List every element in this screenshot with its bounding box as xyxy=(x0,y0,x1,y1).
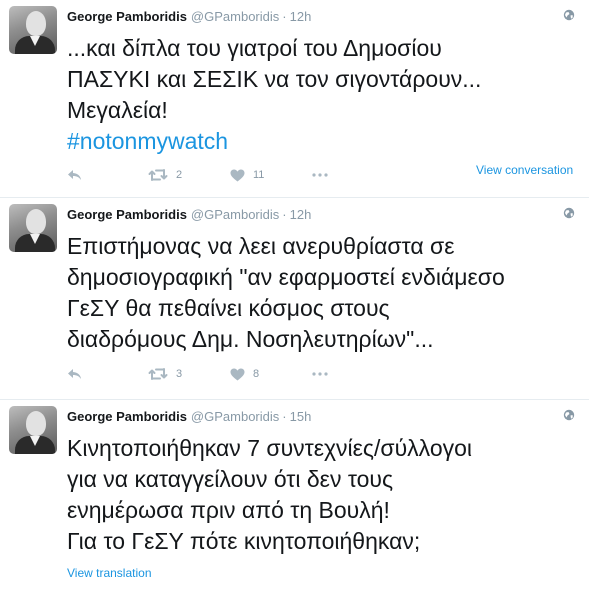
tweet-text-line: ΓεΣΥ θα πεθαίνει κόσμος στους xyxy=(67,295,390,321)
tweet-text-line: για να καταγγείλουν ότι δεν τους xyxy=(67,466,394,492)
like-button[interactable]: 8 xyxy=(230,365,259,383)
timestamp[interactable]: 12h xyxy=(290,9,312,24)
tweet-text-line: ενημέρωσα πριν από τη Βουλή! xyxy=(67,497,390,523)
tweet-text-line: διαδρόμους Δημ. Νοσηλευτηρίων"... xyxy=(67,326,434,352)
separator-dot: · xyxy=(282,9,287,24)
tweet-text-line: Κινητοποιήθηκαν 7 συντεχνίες/σύλλογοι xyxy=(67,435,473,461)
tweet-text-line: ΠΑΣΥΚΙ και ΣΕΣΙΚ να τον σιγοντάρουν... xyxy=(67,66,482,92)
separator-dot: · xyxy=(282,409,287,424)
tweet-text-line: Μεγαλεία! xyxy=(67,97,168,123)
retweet-button[interactable]: 3 xyxy=(148,365,182,383)
view-translation-link[interactable]: View translation xyxy=(67,566,152,580)
avatar-face xyxy=(26,11,46,36)
avatar-face xyxy=(26,209,46,234)
tweet-header: George Pamboridis @GPamboridis · 12h xyxy=(67,206,311,224)
more-icon xyxy=(312,173,328,177)
author-handle[interactable]: @GPamboridis xyxy=(191,207,279,222)
tweet[interactable]: George Pamboridis @GPamboridis · 12h ...και… xyxy=(0,0,589,196)
author-handle[interactable]: @GPamboridis xyxy=(191,9,279,24)
tweet-text-line: δημοσιογραφική "αν εφαρμοστεί ενδιάμεσο xyxy=(67,264,505,290)
tweet[interactable]: George Pamboridis @GPamboridis · 12h Επιστή… xyxy=(0,198,589,398)
like-count: 8 xyxy=(253,368,260,380)
like-button[interactable]: 11 xyxy=(230,166,264,184)
author-name[interactable]: George Pamboridis xyxy=(67,207,187,222)
hashtag-link[interactable]: #notonmywatch xyxy=(67,126,577,157)
timestamp[interactable]: 15h xyxy=(290,409,312,424)
tweet-text: Κινητοποιήθηκαν 7 συντεχνίες/σύλλογοι γι… xyxy=(67,433,577,557)
retweet-icon xyxy=(148,368,168,380)
reply-icon xyxy=(68,369,81,379)
tweet-text-line: Για το ΓεΣΥ πότε κινητοποιήθηκαν; xyxy=(67,528,421,554)
heart-icon xyxy=(230,368,245,380)
reply-button[interactable] xyxy=(67,166,82,184)
more-button[interactable] xyxy=(312,166,328,184)
retweet-count: 2 xyxy=(176,169,183,181)
tweet-text: Επιστήμονας να λεει ανερυθρίαστα σε δημο… xyxy=(67,231,577,355)
reply-button[interactable] xyxy=(67,365,82,383)
globe-icon xyxy=(563,207,575,219)
timestamp[interactable]: 12h xyxy=(290,207,312,222)
heart-icon xyxy=(230,169,245,181)
tweet-header: George Pamboridis @GPamboridis · 15h xyxy=(67,408,311,426)
author-name[interactable]: George Pamboridis xyxy=(67,9,187,24)
globe-icon xyxy=(563,409,575,421)
more-icon xyxy=(312,372,328,376)
more-button[interactable] xyxy=(312,365,328,383)
tweet-text-line: Επιστήμονας να λεει ανερυθρίαστα σε xyxy=(67,233,455,259)
avatar[interactable] xyxy=(9,6,57,54)
author-handle[interactable]: @GPamboridis xyxy=(191,409,279,424)
author-name[interactable]: George Pamboridis xyxy=(67,409,187,424)
tweet-header: George Pamboridis @GPamboridis · 12h xyxy=(67,8,311,26)
tweet-text: ...και δίπλα του γιατροί του Δημοσίου ΠΑ… xyxy=(67,33,577,157)
retweet-icon xyxy=(148,169,168,181)
retweet-button[interactable]: 2 xyxy=(148,166,182,184)
retweet-count: 3 xyxy=(176,368,183,380)
avatar[interactable] xyxy=(9,204,57,252)
separator-dot: · xyxy=(282,207,287,222)
reply-icon xyxy=(68,170,81,180)
tweet[interactable]: George Pamboridis @GPamboridis · 15h Κινητο… xyxy=(0,400,589,591)
avatar[interactable] xyxy=(9,406,57,454)
tweet-text-line: ...και δίπλα του γιατροί του Δημοσίου xyxy=(67,35,442,61)
view-conversation-link[interactable]: View conversation xyxy=(476,163,573,177)
like-count: 11 xyxy=(253,169,265,181)
globe-icon xyxy=(563,9,575,21)
avatar-face xyxy=(26,411,46,436)
